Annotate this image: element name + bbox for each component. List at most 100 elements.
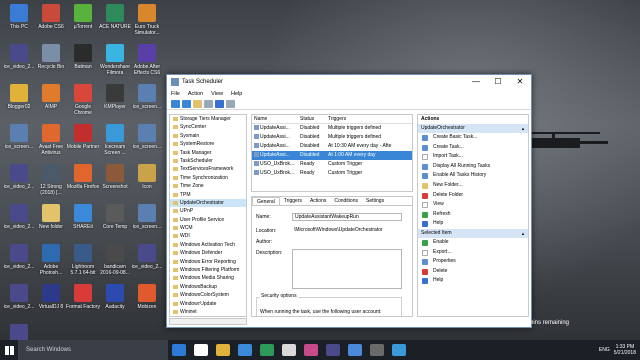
- tree-item[interactable]: Sysmain: [170, 132, 246, 140]
- tree-item[interactable]: User Profile Service: [170, 216, 246, 224]
- desktop-icon[interactable]: ice_video_2...: [2, 202, 36, 246]
- desktop-icon[interactable]: Mozilla Firefox: [66, 162, 100, 206]
- menu-help[interactable]: Help: [231, 91, 242, 97]
- desktop-icon[interactable]: Format Factory: [66, 282, 100, 326]
- taskbar-app-icon[interactable]: [172, 344, 186, 356]
- taskbar-app-icon[interactable]: [194, 344, 208, 356]
- desktop-icon[interactable]: Core Temp: [98, 202, 132, 246]
- tree-item[interactable]: TaskScheduler: [170, 157, 246, 165]
- language-indicator[interactable]: ENG: [599, 347, 610, 353]
- desktop-icon[interactable]: 12 Strong (2018) [...: [34, 162, 68, 206]
- tree-item[interactable]: Windows Error Reporting: [170, 258, 246, 266]
- minimize-button[interactable]: —: [465, 75, 487, 89]
- task-row[interactable]: UpdateAssi... Disabled Multiple triggers d…: [252, 124, 412, 133]
- desktop-icon[interactable]: Icecream Screen ...: [98, 122, 132, 166]
- maximize-button[interactable]: ☐: [487, 75, 509, 89]
- desktop-icon[interactable]: ice_screen...: [130, 202, 164, 246]
- tree-item[interactable]: UPnP: [170, 207, 246, 215]
- tree-item[interactable]: WindowsBackup: [170, 283, 246, 291]
- name-field[interactable]: UpdateAssistantWakeupRun: [292, 213, 402, 221]
- action-item[interactable]: Enable All Tasks History: [418, 171, 528, 181]
- column-triggers[interactable]: Triggers: [328, 115, 412, 123]
- taskbar-app-icon[interactable]: [392, 344, 406, 356]
- tree-item[interactable]: SystemRestore: [170, 140, 246, 148]
- desktop-icon[interactable]: Mobile Partner: [66, 122, 100, 166]
- action-item[interactable]: Refresh: [418, 210, 528, 220]
- description-field[interactable]: [292, 249, 402, 289]
- back-icon[interactable]: [171, 100, 180, 108]
- desktop-icon[interactable]: Adobe CS6: [34, 2, 68, 46]
- tree-item[interactable]: TPM: [170, 191, 246, 199]
- taskbar-app-icon[interactable]: [260, 344, 274, 356]
- desktop-icon[interactable]: Mobizen: [130, 282, 164, 326]
- tree-item[interactable]: TextServicesFramework: [170, 165, 246, 173]
- column-name[interactable]: Name: [252, 115, 300, 123]
- up-folder-icon[interactable]: [193, 100, 202, 108]
- action-item[interactable]: Help: [418, 276, 528, 286]
- desktop-icon[interactable]: SHAREit: [66, 202, 100, 246]
- help-icon[interactable]: [215, 100, 224, 108]
- tab-settings[interactable]: Settings: [362, 197, 388, 205]
- close-button[interactable]: ✕: [509, 75, 531, 89]
- taskbar-app-icon[interactable]: [282, 344, 296, 356]
- desktop-icon[interactable]: VirtualDJ 8: [34, 282, 68, 326]
- tree-item[interactable]: UpdateOrchestrator: [170, 198, 246, 208]
- desktop-icon[interactable]: ACE NATURE: [98, 2, 132, 46]
- properties-icon[interactable]: [204, 100, 213, 108]
- menu-view[interactable]: View: [211, 91, 223, 97]
- tree-item[interactable]: Wininet: [170, 308, 246, 316]
- desktop-icon[interactable]: Euro Truck Simulator...: [130, 2, 164, 46]
- taskbar-app-icon[interactable]: [238, 344, 252, 356]
- tree-item[interactable]: Time Zone: [170, 182, 246, 190]
- desktop-icon[interactable]: bandicam 2016-09-08...: [98, 242, 132, 286]
- desktop-icon[interactable]: µTorrent: [66, 2, 100, 46]
- action-item[interactable]: Export...: [418, 248, 528, 258]
- action-item[interactable]: Delete: [418, 267, 528, 277]
- forward-icon[interactable]: [182, 100, 191, 108]
- actions-section-folder[interactable]: UpdateOrchestrator: [418, 124, 528, 133]
- tree-item[interactable]: Windows Media Sharing: [170, 274, 246, 282]
- action-item[interactable]: Display All Running Tasks: [418, 162, 528, 172]
- desktop-icon[interactable]: ice_screen...: [130, 82, 164, 126]
- tree-item[interactable]: Task Manager: [170, 149, 246, 157]
- desktop-icon[interactable]: ice_video_2...: [130, 242, 164, 286]
- tab-conditions[interactable]: Conditions: [330, 197, 362, 205]
- tab-triggers[interactable]: Triggers: [280, 197, 306, 205]
- actions-section-selected-item[interactable]: Selected Item: [418, 228, 528, 238]
- desktop-icon[interactable]: Icon: [130, 162, 164, 206]
- desktop-icon[interactable]: Google Chrome: [66, 82, 100, 126]
- desktop-icon[interactable]: Audacity: [98, 282, 132, 326]
- taskbar-app-icon[interactable]: [326, 344, 340, 356]
- desktop-icon[interactable]: Adobe Photosh...: [34, 242, 68, 286]
- tree-horizontal-scrollbar[interactable]: [169, 318, 247, 325]
- action-item[interactable]: Delete Folder: [418, 191, 528, 201]
- desktop-icon[interactable]: ice_video_2...: [2, 42, 36, 86]
- task-row[interactable]: USO_UxBrok... Ready Custom Trigger: [252, 169, 412, 178]
- action-item[interactable]: View: [418, 200, 528, 210]
- action-item[interactable]: Help: [418, 219, 528, 229]
- tree-item[interactable]: WindowsColorSystem: [170, 291, 246, 299]
- desktop-icon[interactable]: New folder: [34, 202, 68, 246]
- desktop-icon[interactable]: Avast Free Antivirus: [34, 122, 68, 166]
- task-row[interactable]: USO_UxBrok... Ready Custom Trigger: [252, 160, 412, 169]
- menu-file[interactable]: File: [171, 91, 180, 97]
- desktop-icon[interactable]: ice_video_2...: [2, 242, 36, 286]
- desktop-icon[interactable]: Blogger02: [2, 82, 36, 126]
- tree-item[interactable]: WDI: [170, 232, 246, 240]
- desktop-icon[interactable]: Recycle Bin: [34, 42, 68, 86]
- desktop-icon[interactable]: KMPlayer: [98, 82, 132, 126]
- taskbar-search-input[interactable]: Search Windows: [18, 340, 168, 360]
- column-status[interactable]: Status: [300, 115, 328, 123]
- taskbar-app-icon[interactable]: [216, 344, 230, 356]
- tree-item[interactable]: Windows Activation Tech: [170, 241, 246, 249]
- desktop-icon[interactable]: ice_video_2...: [2, 282, 36, 326]
- desktop-icon[interactable]: Screenshot: [98, 162, 132, 206]
- desktop-icon[interactable]: ice_screen...: [130, 122, 164, 166]
- taskbar-app-icon[interactable]: [304, 344, 318, 356]
- tree-item[interactable]: Storage Tiers Manager: [170, 115, 246, 123]
- desktop-icon[interactable]: ice_screen...: [2, 122, 36, 166]
- desktop-icon[interactable]: Batman: [66, 42, 100, 86]
- desktop-icon[interactable]: Wondershare Filmora: [98, 42, 132, 86]
- start-button[interactable]: [0, 340, 18, 360]
- tree-item[interactable]: WCM: [170, 224, 246, 232]
